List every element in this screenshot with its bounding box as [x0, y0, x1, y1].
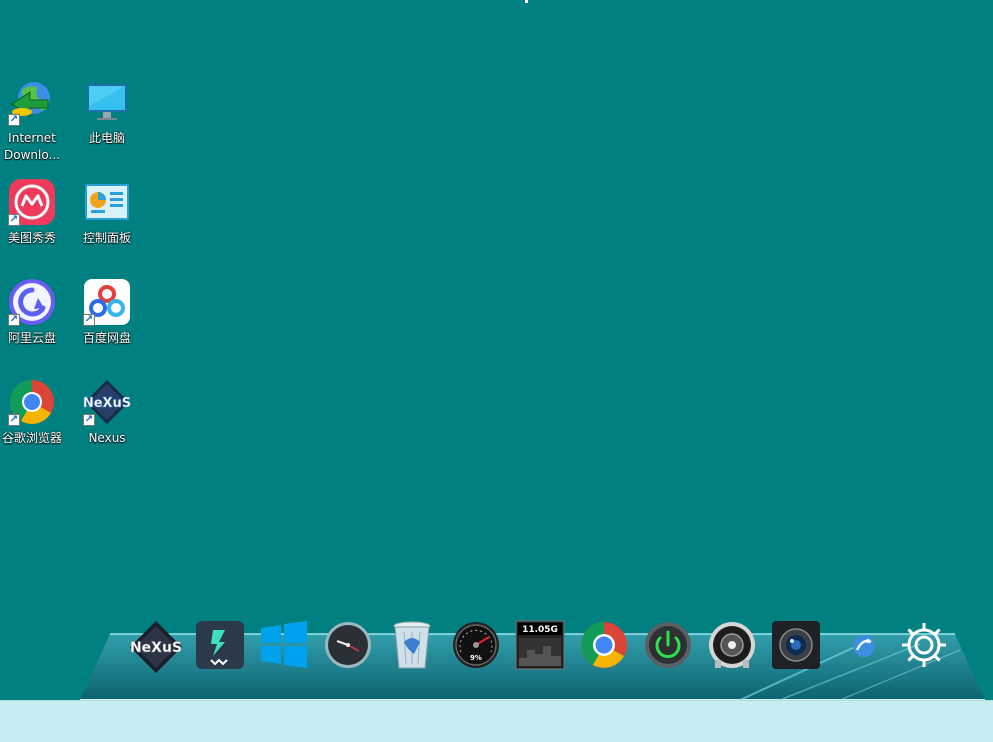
- nexus-icon: NeXuS ↗: [83, 378, 131, 426]
- shortcut-arrow-icon: ↗: [8, 114, 20, 126]
- recycle-bin-icon: [393, 621, 431, 669]
- shortcut-arrow-icon: ↗: [83, 314, 95, 326]
- desktop-icon-label: 百度网盘: [82, 331, 131, 345]
- dock-item-camera[interactable]: [764, 620, 828, 676]
- dock-item-settings[interactable]: [892, 620, 956, 676]
- dock-item-chrome[interactable]: [572, 620, 636, 676]
- desktop-icon-chrome[interactable]: ↗ 谷歌浏览器: [0, 376, 70, 466]
- dock-item-cpu-gauge[interactable]: 9%: [444, 620, 508, 676]
- baidu-netdisk-icon: ↗: [83, 278, 131, 326]
- taskbar: [0, 700, 993, 742]
- speaker-icon: [709, 622, 755, 668]
- idm-globe-icon: ↗: [8, 78, 56, 126]
- shortcut-arrow-icon: ↗: [8, 214, 20, 226]
- shortcut-arrow-icon: ↗: [83, 414, 95, 426]
- disk-meter-icon: 11.05G: [515, 620, 565, 670]
- dock-item-windows[interactable]: [252, 620, 316, 676]
- dock-item-speaker[interactable]: [700, 620, 764, 676]
- windows-icon: [261, 621, 307, 668]
- dock-item-app-orb[interactable]: [828, 620, 892, 676]
- dock-item-power[interactable]: [636, 620, 700, 676]
- desktop-icon-label: 谷歌浏览器: [1, 431, 62, 445]
- desktop-icon-internet-download-manager[interactable]: ↗ Internet Downlo...: [0, 76, 70, 166]
- dock-item-clock[interactable]: [316, 620, 380, 676]
- gear-icon: [902, 623, 946, 667]
- desktop-icon-aliyun-drive[interactable]: ↗ 阿里云盘: [0, 276, 70, 366]
- dock-item-recycle-bin[interactable]: [380, 620, 444, 676]
- nexus-dock: NeXuS 9% 11.05G: [80, 620, 990, 702]
- aliyun-drive-icon: ↗: [8, 278, 56, 326]
- dock-item-nexus[interactable]: NeXuS: [124, 620, 188, 676]
- desktop-icon-this-pc[interactable]: 此电脑: [69, 76, 145, 166]
- dock-item-disk-meter[interactable]: 11.05G: [508, 620, 572, 676]
- svg-text:NeXuS: NeXuS: [130, 640, 182, 656]
- svg-text:9%: 9%: [470, 654, 482, 662]
- desktop-icon-label: Nexus: [88, 431, 126, 445]
- desktop-icon-label: 美图秀秀: [7, 231, 56, 245]
- shortcut-arrow-icon: ↗: [8, 414, 20, 426]
- svg-text:NeXuS: NeXuS: [83, 396, 131, 411]
- desktop-icon-nexus[interactable]: NeXuS ↗ Nexus: [69, 376, 145, 466]
- control-panel-icon: [83, 178, 131, 226]
- nexus-logo-icon: NeXuS: [130, 621, 182, 673]
- chrome-icon: [581, 622, 627, 668]
- camera-icon: [772, 621, 820, 669]
- svg-text:11.05G: 11.05G: [522, 625, 558, 635]
- meitu-icon: ↗: [8, 178, 56, 226]
- desktop-icon-label: 阿里云盘: [7, 331, 56, 345]
- dock-item-filmora[interactable]: [188, 620, 252, 676]
- desktop-icon-label: 此电脑: [88, 131, 125, 145]
- shortcut-arrow-icon: ↗: [8, 314, 20, 326]
- desktop-icon-label: 控制面板: [82, 231, 131, 245]
- filmora-icon: [196, 621, 244, 669]
- desktop-icon-meitu[interactable]: ↗ 美图秀秀: [0, 176, 70, 266]
- desktop: ↗ Internet Downlo... 此电脑 ↗ 美图秀秀 控制面板 ↗ 阿…: [0, 0, 993, 702]
- power-icon: [645, 622, 691, 668]
- desktop-icon-baidu-netdisk[interactable]: ↗ 百度网盘: [69, 276, 145, 366]
- dock-items: NeXuS 9% 11.05G: [124, 620, 974, 680]
- app-orb-icon: [853, 635, 875, 657]
- chrome-icon: ↗: [8, 378, 56, 426]
- monitor-icon: [83, 78, 131, 126]
- clock-icon: [325, 622, 371, 668]
- desktop-icon-control-panel[interactable]: 控制面板: [69, 176, 145, 266]
- desktop-icon-label: Internet Downlo...: [4, 131, 60, 162]
- cpu-gauge-icon: 9%: [453, 622, 499, 668]
- mouse-cursor: [525, 0, 528, 3]
